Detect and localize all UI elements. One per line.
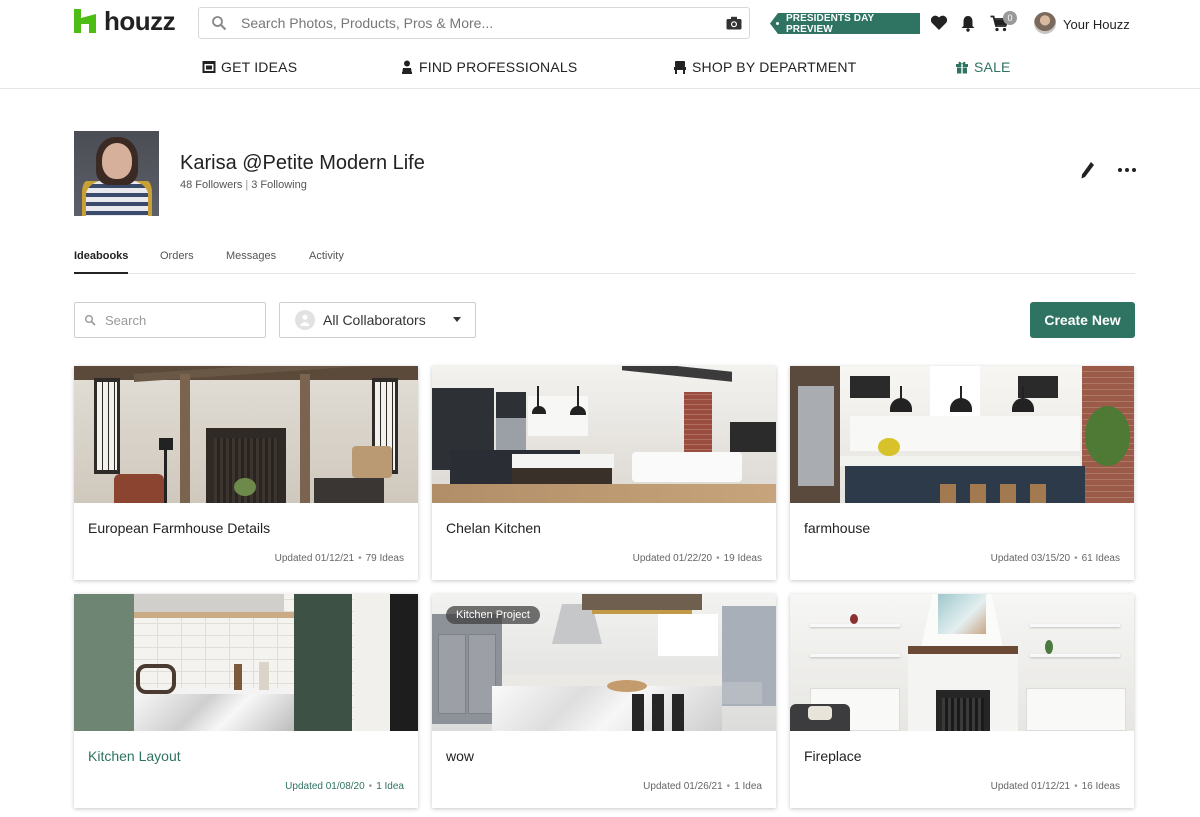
ideabook-cover-image: Kitchen Project <box>432 594 776 731</box>
promo-tag[interactable]: PRESIDENTS DAY PREVIEW <box>770 13 920 34</box>
ideabook-cover-image <box>74 366 418 503</box>
ideabook-meta: Updated 01/12/21 • 79 Ideas <box>274 553 404 564</box>
ideabook-updated: Updated 01/12/21 <box>274 553 355 564</box>
bell-icon[interactable] <box>958 13 978 33</box>
nav-label: GET IDEAS <box>221 59 298 75</box>
ideabook-count: 61 Ideas <box>1081 553 1120 564</box>
ideabook-card[interactable]: Fireplace Updated 01/12/21 • 16 Ideas <box>790 594 1134 808</box>
logo-text: houzz <box>104 6 176 36</box>
ideabook-search-input[interactable] <box>105 312 245 328</box>
chair-icon <box>674 61 686 74</box>
ideabook-count: 1 Idea <box>376 781 404 792</box>
ideabook-card[interactable]: farmhouse Updated 03/15/20 • 61 Ideas <box>790 366 1134 580</box>
create-new-button[interactable]: Create New <box>1030 302 1135 338</box>
chevron-down-icon <box>453 317 461 322</box>
ideabook-updated: Updated 03/15/20 <box>990 553 1071 564</box>
nav-find-professionals[interactable]: FIND PROFESSIONALS <box>400 59 577 75</box>
ideabook-card[interactable]: Kitchen Project wow Updated 01/26/21 • 1 I… <box>432 594 776 808</box>
collaborators-dropdown[interactable]: All Collaborators <box>279 302 476 338</box>
ideabook-cover-image <box>74 594 418 731</box>
nav-label: SALE <box>974 59 1011 75</box>
cart-count-badge: 0 <box>1003 11 1017 25</box>
camera-icon[interactable] <box>726 16 742 30</box>
tab-activity[interactable]: Activity <box>309 250 344 274</box>
ideabook-updated: Updated 01/12/21 <box>990 781 1071 792</box>
tab-ideabooks[interactable]: Ideabooks <box>74 250 129 274</box>
more-options-icon[interactable] <box>1117 160 1137 180</box>
profile-follow-stats: 48 Followers | 3 Following <box>180 179 307 191</box>
nav-sale[interactable]: SALE <box>955 59 1011 75</box>
ideabook-cover-image <box>790 594 1134 731</box>
professional-icon <box>402 60 412 74</box>
ideabook-count: 79 Ideas <box>365 553 404 564</box>
ideabook-cover-image <box>790 366 1134 503</box>
profile-name: Karisa @Petite Modern Life <box>180 152 425 174</box>
ideabook-card[interactable]: Chelan Kitchen Updated 01/22/20 • 19 Ideas <box>432 366 776 580</box>
search-icon <box>85 315 96 326</box>
ideabook-count: 16 Ideas <box>1081 781 1120 792</box>
nav-get-ideas[interactable]: GET IDEAS <box>202 59 297 75</box>
pencil-icon[interactable] <box>1080 160 1096 180</box>
heart-icon[interactable] <box>929 13 949 33</box>
ideabook-title[interactable]: wow <box>446 748 474 764</box>
ideabook-count: 19 Ideas <box>723 553 762 564</box>
tab-orders[interactable]: Orders <box>160 250 194 274</box>
nav-label: FIND PROFESSIONALS <box>419 59 578 75</box>
ideabook-search[interactable] <box>74 302 266 338</box>
ideabook-updated: Updated 01/22/20 <box>632 553 713 564</box>
ideabook-title[interactable]: Kitchen Layout <box>88 748 181 764</box>
collaborators-label: All Collaborators <box>323 312 426 328</box>
collaborator-icon <box>295 310 315 330</box>
ideabook-meta: Updated 03/15/20 • 61 Ideas <box>990 553 1120 564</box>
profile-photo[interactable] <box>74 131 159 216</box>
ideabook-title[interactable]: Fireplace <box>804 748 862 764</box>
ideabook-meta: Updated 01/08/20 • 1 Idea <box>285 781 404 792</box>
ideabook-updated: Updated 01/08/20 <box>285 781 365 792</box>
nav-shop-by-department[interactable]: SHOP BY DEPARTMENT <box>673 59 856 75</box>
ideabook-updated: Updated 01/26/21 <box>643 781 723 792</box>
ideas-icon <box>202 61 216 73</box>
tab-messages[interactable]: Messages <box>226 250 276 274</box>
ideabook-title[interactable]: farmhouse <box>804 520 870 536</box>
site-search[interactable] <box>198 7 750 39</box>
ideabook-title[interactable]: European Farmhouse Details <box>88 520 270 536</box>
main-nav: GET IDEAS FIND PROFESSIONALS SHOP BY DEP… <box>0 46 1200 89</box>
ideabook-meta: Updated 01/26/21 • 1 Idea <box>643 781 762 792</box>
profile-tabs: Ideabooks Orders Messages Activity <box>74 244 1135 274</box>
houzz-logo[interactable]: houzz <box>74 6 176 36</box>
houzz-logo-icon <box>74 9 96 33</box>
ideabook-card[interactable]: Kitchen Layout Updated 01/08/20 • 1 Idea <box>74 594 418 808</box>
gift-icon <box>956 61 968 74</box>
site-search-input[interactable] <box>241 15 726 31</box>
ideabook-card[interactable]: European Farmhouse Details Updated 01/12… <box>74 366 418 580</box>
ideabook-count: 1 Idea <box>734 781 762 792</box>
top-header: houzz PRESIDENTS DAY PREVIEW 0 Your Houz… <box>0 0 1200 46</box>
search-icon <box>212 16 227 31</box>
ideabook-meta: Updated 01/22/20 • 19 Ideas <box>632 553 762 564</box>
user-avatar[interactable] <box>1034 12 1056 34</box>
following-link[interactable]: 3 Following <box>251 179 307 191</box>
ideabook-cover-image <box>432 366 776 503</box>
your-houzz-link[interactable]: Your Houzz <box>1063 17 1130 32</box>
ideabook-title[interactable]: Chelan Kitchen <box>446 520 541 536</box>
ideabook-badge: Kitchen Project <box>446 606 540 624</box>
nav-label: SHOP BY DEPARTMENT <box>692 59 857 75</box>
ideabook-meta: Updated 01/12/21 • 16 Ideas <box>990 781 1120 792</box>
followers-link[interactable]: 48 Followers <box>180 179 242 191</box>
